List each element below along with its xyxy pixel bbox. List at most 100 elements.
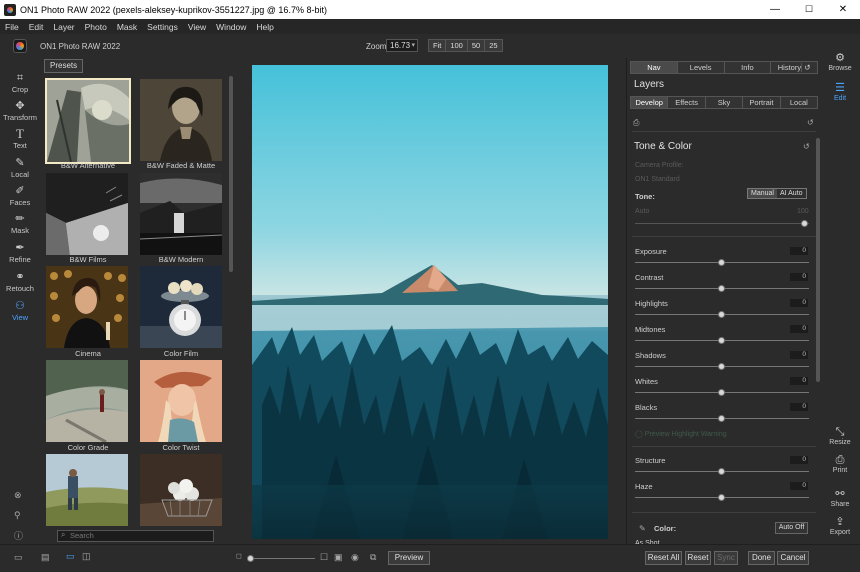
section-reset-icon[interactable]: ↺ (803, 142, 810, 151)
people-icon[interactable]: ⚲ (14, 510, 21, 521)
tool-local[interactable]: ✎ Local (0, 157, 40, 179)
menu-settings[interactable]: Settings (142, 22, 183, 32)
exposure-slider-knob[interactable] (718, 259, 725, 266)
single-view-icon[interactable]: ▭ (66, 551, 75, 562)
module-share[interactable]: ⚯ Share (820, 488, 860, 508)
whites-slider-knob[interactable] (718, 389, 725, 396)
module-edit[interactable]: ☰ Edit (820, 82, 860, 102)
presets-scrollbar[interactable] (229, 76, 233, 272)
haze-value[interactable]: 0 (790, 482, 808, 490)
tab-portrait[interactable]: Portrait (743, 97, 781, 108)
image-canvas[interactable] (236, 58, 625, 544)
tab-effects[interactable]: Effects (668, 97, 706, 108)
tool-mask[interactable]: ✏ Mask (0, 213, 40, 235)
zoom-25-button[interactable]: 25 (485, 40, 502, 51)
menu-edit[interactable]: Edit (24, 22, 49, 32)
midtones-value[interactable]: 0 (790, 325, 808, 333)
auto-track[interactable] (635, 223, 809, 224)
reset-all-button[interactable]: Reset All (645, 551, 682, 565)
tone-manual-button[interactable]: Manual (748, 189, 777, 198)
midtones-slider-knob[interactable] (718, 337, 725, 344)
tab-history[interactable]: History ↺ (771, 62, 817, 73)
menu-layer[interactable]: Layer (48, 22, 79, 32)
filmstrip-icon[interactable]: ▤ (41, 552, 50, 563)
crop-overlay-icon[interactable]: ☐ (320, 552, 328, 563)
highlights-value[interactable]: 0 (790, 299, 808, 307)
contrast-slider-knob[interactable] (718, 285, 725, 292)
highlights-slider-knob[interactable] (718, 311, 725, 318)
haze-slider-knob[interactable] (718, 494, 725, 501)
preset-color-grade[interactable] (46, 360, 128, 442)
cancel-button[interactable]: Cancel (777, 551, 809, 565)
zoom-fit-button[interactable]: Fit (429, 40, 447, 51)
tool-view[interactable]: ⚇ View (0, 300, 40, 322)
shadows-slider-knob[interactable] (718, 363, 725, 370)
tool-faces[interactable]: ✐ Faces (0, 185, 40, 207)
tone-ai-auto-button[interactable]: AI Auto (776, 189, 806, 198)
menu-mask[interactable]: Mask (112, 22, 142, 32)
minimize-button[interactable]: — (758, 0, 792, 19)
zoom-100-button[interactable]: 100 (446, 40, 468, 51)
structure-value[interactable]: 0 (790, 456, 808, 464)
preset-bw-films[interactable] (46, 173, 128, 255)
preset-cinema[interactable] (46, 266, 128, 348)
menu-photo[interactable]: Photo (80, 22, 112, 32)
tab-local[interactable]: Local (780, 97, 818, 108)
tab-develop[interactable]: Develop (631, 97, 669, 108)
mask-overlay-icon[interactable]: ◉ (351, 552, 359, 563)
tool-transform[interactable]: ✥ Transform (0, 100, 40, 122)
preset-color-film[interactable] (140, 266, 222, 348)
zoom-50-button[interactable]: 50 (467, 40, 486, 51)
text-overlay-icon[interactable]: ▣ (334, 552, 343, 563)
structure-slider-knob[interactable] (718, 468, 725, 475)
preset-bw-modern[interactable] (140, 173, 222, 255)
preset-item[interactable] (140, 454, 222, 526)
tab-nav[interactable]: Nav (631, 62, 678, 73)
zoom-slider-knob[interactable] (247, 555, 254, 562)
preset-bw-faded-matte[interactable] (140, 79, 222, 161)
layers-title[interactable]: Layers (634, 79, 664, 90)
photo-preview[interactable] (252, 65, 608, 539)
zoom-slider-track[interactable] (253, 558, 315, 559)
menu-help[interactable]: Help (251, 22, 278, 32)
tab-sky[interactable]: Sky (705, 97, 744, 108)
compare-view-icon[interactable]: ◫ (82, 551, 91, 562)
tool-refine[interactable]: ✒ Refine (0, 242, 40, 264)
close-button[interactable]: ✕ (826, 0, 860, 19)
preset-color-twist[interactable] (140, 360, 222, 442)
presets-search-input[interactable]: Search (57, 530, 214, 542)
presets-tab[interactable]: Presets (44, 59, 84, 73)
module-export[interactable]: ⇪ Export (820, 516, 860, 536)
menu-window[interactable]: Window (211, 22, 251, 32)
layers-stack-icon[interactable]: ⊗ (14, 490, 22, 501)
tab-levels[interactable]: Levels (677, 62, 725, 73)
eyedropper-icon[interactable]: ✎ (639, 524, 646, 533)
module-resize[interactable]: ⤡ Resize (820, 426, 860, 446)
preview-highlight-warning[interactable]: ◯ Preview Highlight Warning (635, 430, 727, 438)
menu-view[interactable]: View (183, 22, 211, 32)
help-icon[interactable]: ⓘ (14, 529, 23, 542)
color-auto-off-button[interactable]: Auto Off (775, 522, 808, 534)
zoom-out-icon[interactable]: ◻ (236, 552, 242, 560)
preset-item[interactable] (46, 454, 128, 526)
before-after-icon[interactable]: ⧉ (370, 552, 376, 563)
blacks-value[interactable]: 0 (790, 403, 808, 411)
reset-icon[interactable]: ↺ (807, 118, 814, 127)
blacks-slider-knob[interactable] (718, 415, 725, 422)
section-title[interactable]: Tone & Color (634, 141, 692, 152)
tool-text[interactable]: T Text (0, 127, 40, 150)
reset-button[interactable]: Reset (685, 551, 711, 565)
shadows-value[interactable]: 0 (790, 351, 808, 359)
whites-value[interactable]: 0 (790, 377, 808, 385)
zoom-dropdown[interactable]: 16.73 (386, 39, 418, 52)
exposure-value[interactable]: 0 (790, 247, 808, 255)
done-button[interactable]: Done (748, 551, 775, 565)
maximize-button[interactable]: ☐ (792, 0, 826, 19)
tool-retouch[interactable]: ⚭ Retouch (0, 271, 40, 293)
contrast-value[interactable]: 0 (790, 273, 808, 281)
tab-info[interactable]: Info (724, 62, 772, 73)
panel-toggle-icon[interactable]: ▭ (14, 552, 23, 563)
preview-button[interactable]: Preview (388, 551, 430, 565)
tool-crop[interactable]: ⌗ Crop (0, 72, 40, 94)
sync-button[interactable]: Sync (714, 551, 738, 565)
